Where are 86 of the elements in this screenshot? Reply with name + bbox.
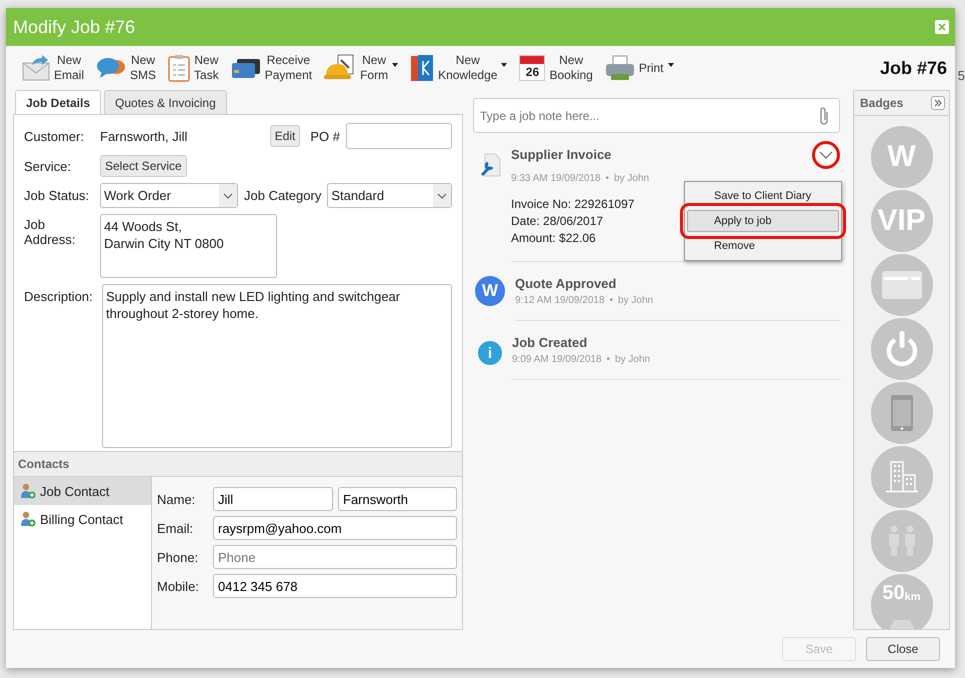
paperclip-icon [818, 106, 830, 126]
field-label: Phone: [157, 550, 200, 564]
window-title: Modify Job #76 [13, 16, 136, 38]
info-icon: i [478, 341, 502, 365]
job-category-dropdown[interactable]: Standard [327, 183, 452, 208]
job-note-field[interactable]: Type a job note here... [473, 98, 840, 133]
mobile-field[interactable]: 0412 345 678 [213, 574, 457, 598]
field-label: Description: [24, 288, 94, 304]
envelope-icon [22, 55, 50, 81]
field-label: PO # [310, 128, 340, 144]
field-label: Job Status: [24, 188, 90, 203]
field-label: Customer: [24, 128, 85, 144]
field-label: Job Category [244, 188, 322, 203]
distance-label: 50 [882, 582, 905, 605]
hard-hat-clipboard-icon [324, 54, 356, 82]
entry-detail: Date: 28/06/2017 [511, 213, 604, 230]
close-icon[interactable] [935, 20, 949, 34]
entry-menu-button[interactable] [812, 141, 840, 169]
field-label: Mobile: [157, 578, 200, 594]
entry-author: by John [615, 354, 650, 365]
entry-title: Supplier Invoice [511, 147, 612, 162]
po-field[interactable] [346, 123, 452, 149]
person-add-icon [20, 511, 36, 527]
field-label: Email: [157, 520, 194, 536]
entry-time: 9:12 AM 19/09/2018 [515, 295, 605, 306]
customer-name: Farnsworth, Jill [100, 128, 188, 144]
edit-button[interactable]: Edit [270, 125, 300, 147]
email-field[interactable]: raysrpm@yahoo.com [213, 516, 457, 540]
chevron-icon [223, 192, 233, 198]
tab[interactable]: Quotes & Invoicing [104, 90, 227, 114]
clipboard-icon [168, 54, 190, 82]
separator-dot: • [610, 295, 614, 306]
toolbar-button[interactable]: Print [602, 55, 676, 81]
section-header: Contacts [14, 451, 462, 477]
job-number: Job #76 [880, 58, 947, 78]
toolbar-button[interactable]: New Knowledge [408, 53, 510, 83]
phone-field[interactable]: Phone [213, 545, 457, 569]
address-field[interactable]: 44 Woods St, Darwin City NT 0800 [100, 214, 277, 278]
field-label: Name: [157, 492, 196, 506]
job-status-dropdown[interactable]: Work Order [100, 183, 238, 208]
buildings-icon [884, 461, 918, 493]
toolbar-button[interactable]: New Email [20, 53, 86, 83]
separator-dot: • [606, 173, 610, 184]
toolbar-button[interactable]: Receive Payment [228, 53, 314, 83]
entry-title: Quote Approved [515, 276, 616, 291]
entry-time: 9:33 AM 19/09/2018 [511, 173, 601, 184]
separator-dot: • [606, 354, 610, 365]
wrench-document-icon [479, 153, 501, 177]
first-name-field[interactable]: Jill [213, 487, 333, 511]
field-label: Job Address: [24, 216, 76, 247]
card-icon [882, 271, 922, 299]
toolbar-button[interactable]: New Task [166, 53, 221, 83]
tab[interactable]: Job Details [15, 90, 102, 114]
letter-w-icon: W [475, 276, 505, 306]
chevron-icon [437, 192, 447, 198]
contact-list-item[interactable]: Job Contact [14, 477, 151, 505]
entry-author: by John [614, 173, 650, 184]
menu-item[interactable]: Remove [687, 235, 839, 257]
tablet-icon [890, 395, 912, 431]
calendar-icon: 26 [519, 55, 546, 81]
expand-icon[interactable] [931, 96, 945, 110]
credit-cards-icon [230, 57, 261, 79]
select-service-button[interactable]: Select Service [100, 155, 187, 177]
entry-time: 9:09 AM 19/09/2018 [512, 354, 602, 365]
toolbar-button[interactable]: New Form [322, 53, 400, 83]
description-field[interactable]: Supply and install new LED lighting and switchgear throughout 2-storey home. [102, 284, 452, 448]
toolbar-button[interactable]: 26 New Booking [517, 53, 595, 83]
entry-detail: Invoice No: 229261097 [511, 196, 634, 213]
printer-icon [604, 55, 635, 81]
power-icon [884, 331, 918, 367]
toolbar-button[interactable]: New SMS [94, 53, 158, 83]
entry-title: Job Created [512, 335, 588, 350]
contact-list-item[interactable]: Billing Contact [14, 505, 151, 533]
footer-button[interactable]: Close [866, 637, 940, 661]
chat-bubbles-icon [96, 56, 126, 80]
last-name-field[interactable]: Farnsworth [338, 487, 457, 511]
distance-unit: km [904, 591, 921, 603]
panel-title: Badges [860, 96, 904, 110]
menu-item[interactable]: Save to Client Diary [687, 185, 839, 207]
chevron-icon [819, 151, 833, 159]
book-icon [410, 54, 434, 82]
field-label: Service: [24, 158, 72, 174]
background-text: 5 [958, 68, 965, 83]
entry-author: by John [618, 295, 654, 306]
person-add-icon [20, 483, 36, 499]
entry-detail: Amount: $22.06 [511, 230, 596, 247]
